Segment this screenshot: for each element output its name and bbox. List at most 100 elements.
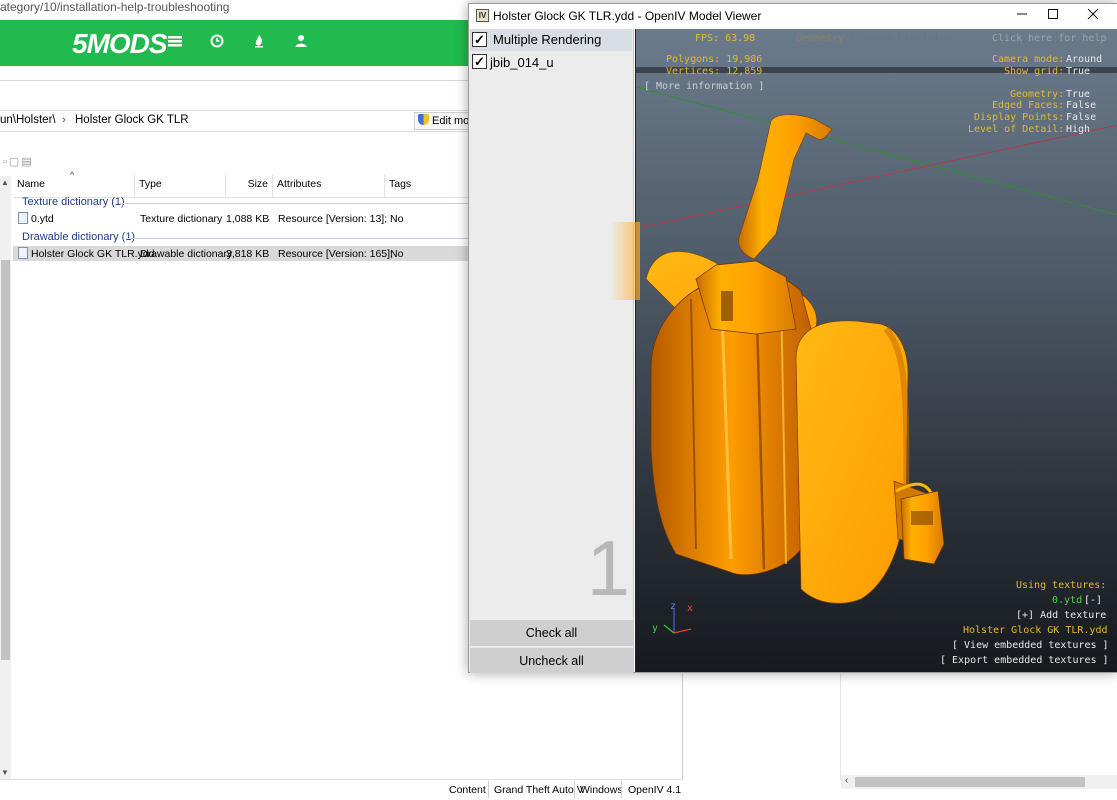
show-grid-label[interactable]: Show grid:: [1004, 66, 1064, 78]
tab-skeleton[interactable]: Skeleton: [904, 33, 952, 45]
drawable-file-icon: [18, 247, 28, 259]
maximize-button[interactable]: [1038, 6, 1068, 26]
status-os: Windows: [580, 784, 623, 796]
column-header-attributes[interactable]: Attributes: [273, 174, 385, 198]
checkbox-jbib[interactable]: ✓: [472, 54, 487, 69]
status-game: Grand Theft Auto V: [494, 784, 584, 796]
group-header-drawable-dictionary[interactable]: Drawable dictionary (1): [22, 231, 135, 243]
tab-separator: |: [896, 33, 903, 44]
display-points-label[interactable]: Display Points:: [974, 112, 1064, 124]
model-overflow-ghost: [610, 222, 640, 300]
add-texture-button[interactable]: [+] Add texture: [1016, 610, 1106, 622]
column-header-type[interactable]: Type: [135, 174, 226, 198]
list-item-jbib[interactable]: ✓ jbib_014_u: [470, 52, 632, 74]
polygons-readout: Polygons: 19,986: [666, 54, 763, 65]
list-item-label: Multiple Rendering: [493, 32, 602, 47]
breadcrumb-chevron-icon[interactable]: ›: [62, 114, 66, 126]
view-embedded-textures-button[interactable]: [ View embedded textures ]: [952, 640, 1109, 652]
grid-axis-red: [636, 124, 1117, 230]
lod-value[interactable]: High: [1066, 124, 1090, 136]
model-buckle: [900, 490, 945, 565]
scroll-down-icon[interactable]: ▼: [1, 768, 9, 777]
status-divider: [621, 781, 622, 798]
more-information-link[interactable]: [ More information ]: [644, 81, 764, 93]
left-scrollbar-thumb[interactable]: [1, 260, 10, 660]
texture-file-link[interactable]: 0.ytd: [1052, 595, 1082, 607]
file-size-cell: 1,088 KB: [226, 213, 270, 225]
group-divider: [128, 238, 470, 239]
show-grid-value[interactable]: True: [1066, 66, 1090, 78]
viewer-title: Holster Glock GK TLR.ydd - OpenIV Model …: [493, 9, 762, 23]
status-version: OpenIV 4.1: [628, 784, 682, 796]
toolbar-icons[interactable]: ▫▢▤: [3, 155, 34, 168]
scroll-up-icon[interactable]: ▲: [1, 178, 9, 187]
close-button[interactable]: [1078, 6, 1108, 26]
file-attributes-cell: Resource [Version: 165];: [278, 248, 393, 260]
clock-icon[interactable]: [210, 34, 224, 48]
camera-mode-value[interactable]: Around: [1066, 54, 1102, 66]
edged-faces-value[interactable]: False: [1066, 100, 1096, 112]
file-type-cell: Texture dictionary: [140, 213, 223, 225]
list-icon[interactable]: [168, 34, 182, 48]
file-name-cell[interactable]: Holster Glock GK TLR.ydd: [18, 247, 155, 260]
lod-label[interactable]: Level of Detail:: [968, 124, 1064, 136]
list-item-multiple-rendering[interactable]: ✓ Multiple Rendering: [470, 29, 632, 51]
file-tags-cell: No: [390, 248, 404, 260]
fire-icon[interactable]: [252, 34, 266, 48]
file-name-cell[interactable]: 0.ytd: [18, 212, 54, 225]
fps-readout: FPS: 63.98: [695, 33, 756, 44]
camera-mode-label[interactable]: Camera mode:: [992, 54, 1064, 66]
openiv-app-icon[interactable]: IV: [476, 9, 489, 22]
column-header-tags[interactable]: Tags: [385, 174, 470, 198]
breadcrumb-current[interactable]: Holster Glock GK TLR: [75, 114, 189, 126]
close-icon: [1087, 8, 1099, 20]
horizontal-scrollbar-thumb[interactable]: [855, 777, 1085, 787]
axis-x-label: x: [687, 603, 694, 614]
tab-bounds[interactable]: Bounds: [856, 33, 892, 45]
file-type-cell: Drawable dictionary: [140, 248, 233, 260]
model-file-label: Holster Glock GK TLR.ydd: [963, 625, 1108, 636]
display-points-value[interactable]: False: [1066, 112, 1096, 124]
browser-url[interactable]: ategory/10/installation-help-troubleshoo…: [0, 0, 470, 20]
file-attributes-cell: Resource [Version: 13];: [278, 213, 388, 225]
minimize-icon: [1017, 13, 1027, 15]
edged-faces-label[interactable]: Edged Faces:: [992, 100, 1064, 112]
texture-file-icon: [18, 212, 28, 224]
model-front-paddle: [795, 320, 909, 604]
using-textures-label: Using textures:: [1016, 580, 1107, 591]
edit-mode-button[interactable]: Edit mo: [414, 112, 470, 130]
model-belt-clip: [738, 114, 833, 260]
user-icon[interactable]: [294, 34, 308, 48]
panel-divider: [840, 672, 841, 780]
axis-z-label: z: [670, 601, 677, 612]
tab-geometry[interactable]: Geometry: [796, 33, 844, 45]
checkbox-multiple-rendering[interactable]: ✓: [472, 32, 487, 47]
status-content: Content: [449, 784, 486, 796]
edit-mode-label: Edit mo: [432, 115, 470, 127]
document-icon[interactable]: ▤: [21, 156, 33, 168]
file-tags-cell: No: [390, 213, 404, 225]
remove-texture-button[interactable]: [-]: [1084, 595, 1102, 607]
copy-icon[interactable]: ▢: [9, 156, 21, 168]
breadcrumb-parent[interactable]: un\Holster\: [0, 114, 56, 126]
site-logo[interactable]: 5MODS: [72, 28, 168, 60]
scroll-left-icon[interactable]: ‹: [845, 775, 848, 786]
model-retention-block: [695, 260, 797, 335]
status-divider: [488, 781, 489, 798]
check-all-button[interactable]: Check all: [470, 620, 633, 646]
group-header-texture-dictionary[interactable]: Texture dictionary (1): [22, 196, 125, 208]
group-divider: [120, 203, 470, 204]
uncheck-all-button[interactable]: Uncheck all: [470, 647, 633, 673]
help-link[interactable]: Click here for help: [992, 33, 1106, 45]
axis-y-label: y: [652, 623, 659, 634]
minimize-button[interactable]: [1007, 6, 1037, 26]
tab-separator: |: [848, 33, 855, 44]
export-embedded-textures-button[interactable]: [ Export embedded textures ]: [940, 655, 1109, 667]
model-slot: [721, 291, 733, 321]
status-divider: [574, 781, 575, 798]
shield-icon: [418, 114, 429, 125]
column-header-size[interactable]: Size: [226, 174, 273, 198]
sort-caret-icon: ^: [70, 170, 75, 180]
list-item-label: jbib_014_u: [490, 55, 554, 70]
file-name-ytd: 0.ytd: [31, 213, 54, 225]
